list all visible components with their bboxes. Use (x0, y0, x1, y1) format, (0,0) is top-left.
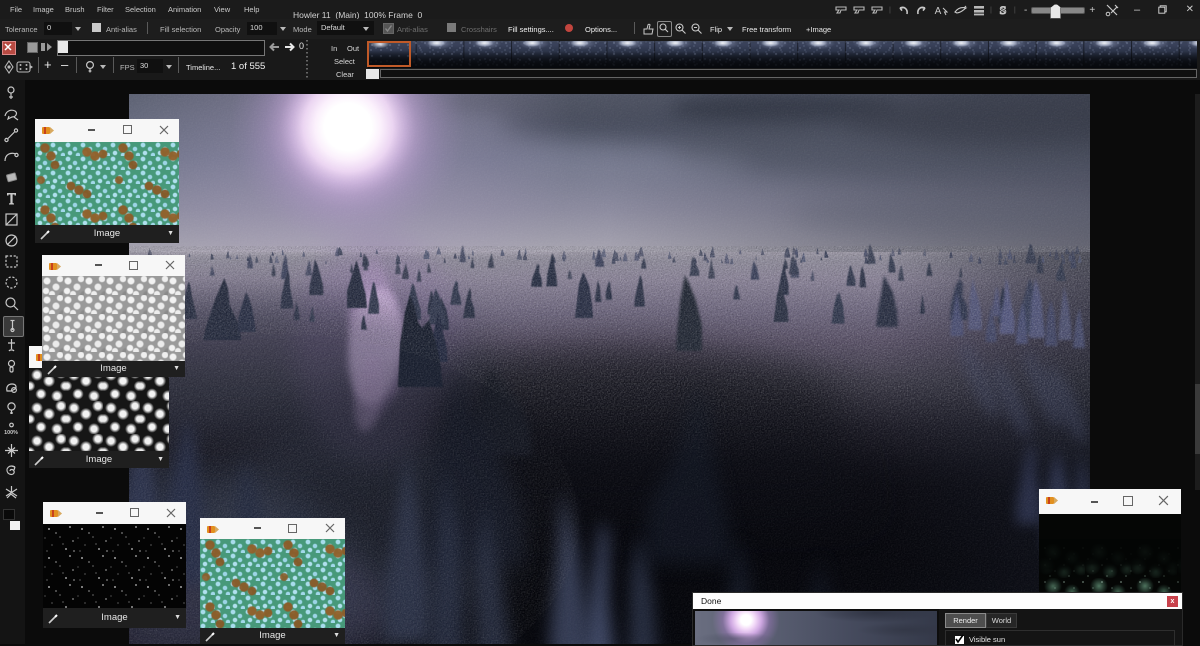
svg-text:100%: 100% (4, 430, 18, 436)
svg-text:A: A (935, 6, 942, 16)
svg-text:S: S (1000, 3, 1007, 16)
